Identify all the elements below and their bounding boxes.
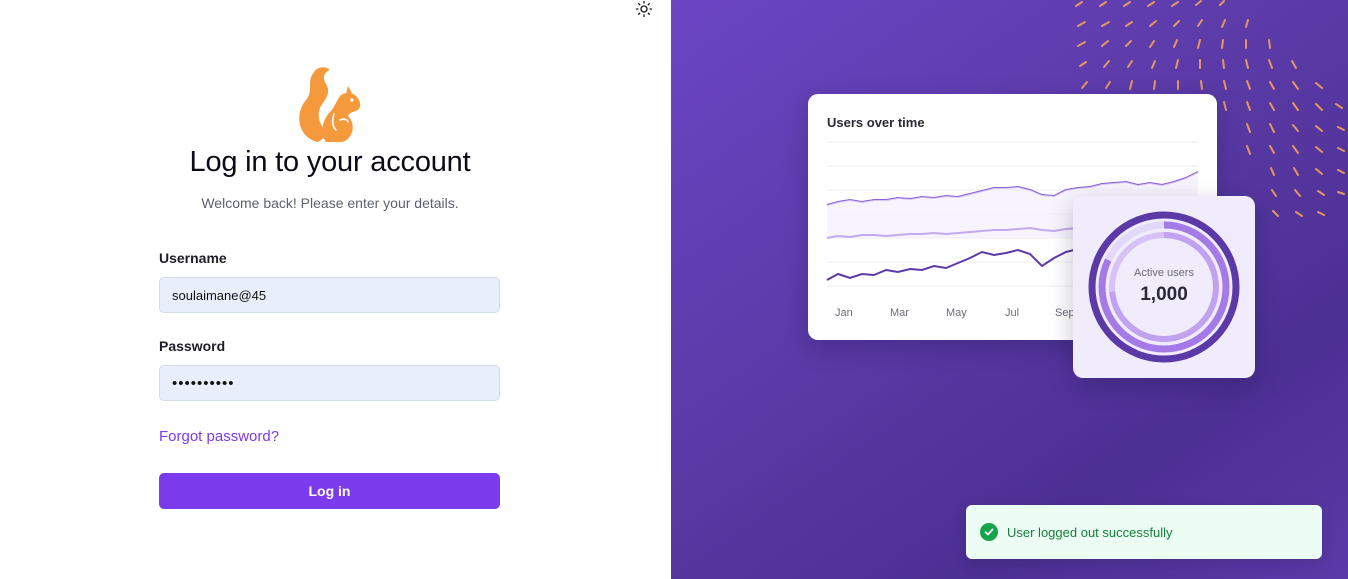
squirrel-logo-icon (299, 67, 361, 142)
username-label: Username (159, 250, 227, 266)
month-label-jul: Jul (1005, 307, 1019, 319)
password-input[interactable]: •••••••••• (159, 365, 500, 401)
username-value: soulaimane@45 (172, 287, 267, 303)
app-root: Log in to your account Welcome back! Ple… (0, 0, 1348, 579)
month-label-mar: Mar (890, 307, 909, 319)
month-label-jan: Jan (835, 307, 853, 319)
forgot-password-link[interactable]: Forgot password? (159, 428, 279, 445)
sun-icon (635, 0, 653, 18)
username-input[interactable]: soulaimane@45 (159, 277, 500, 313)
active-users-card: Active users 1,000 (1073, 196, 1255, 378)
success-toast: User logged out successfully (966, 505, 1322, 559)
showcase-panel: Users over time Jan Mar May Jul Sep Acti… (671, 0, 1348, 579)
login-button[interactable]: Log in (159, 473, 500, 509)
page-subtitle: Welcome back! Please enter your details. (201, 195, 459, 211)
page-title: Log in to your account (189, 146, 471, 178)
password-label: Password (159, 338, 226, 354)
toast-message: User logged out successfully (1007, 524, 1173, 540)
login-panel: Log in to your account Welcome back! Ple… (0, 0, 671, 579)
month-label-may: May (946, 307, 967, 319)
active-users-value: 1,000 (1140, 284, 1188, 305)
theme-toggle-button[interactable] (633, 0, 655, 18)
password-value: •••••••••• (172, 374, 235, 392)
check-circle-icon (980, 523, 998, 541)
active-users-label: Active users (1134, 267, 1194, 279)
month-label-sep: Sep (1055, 307, 1075, 319)
